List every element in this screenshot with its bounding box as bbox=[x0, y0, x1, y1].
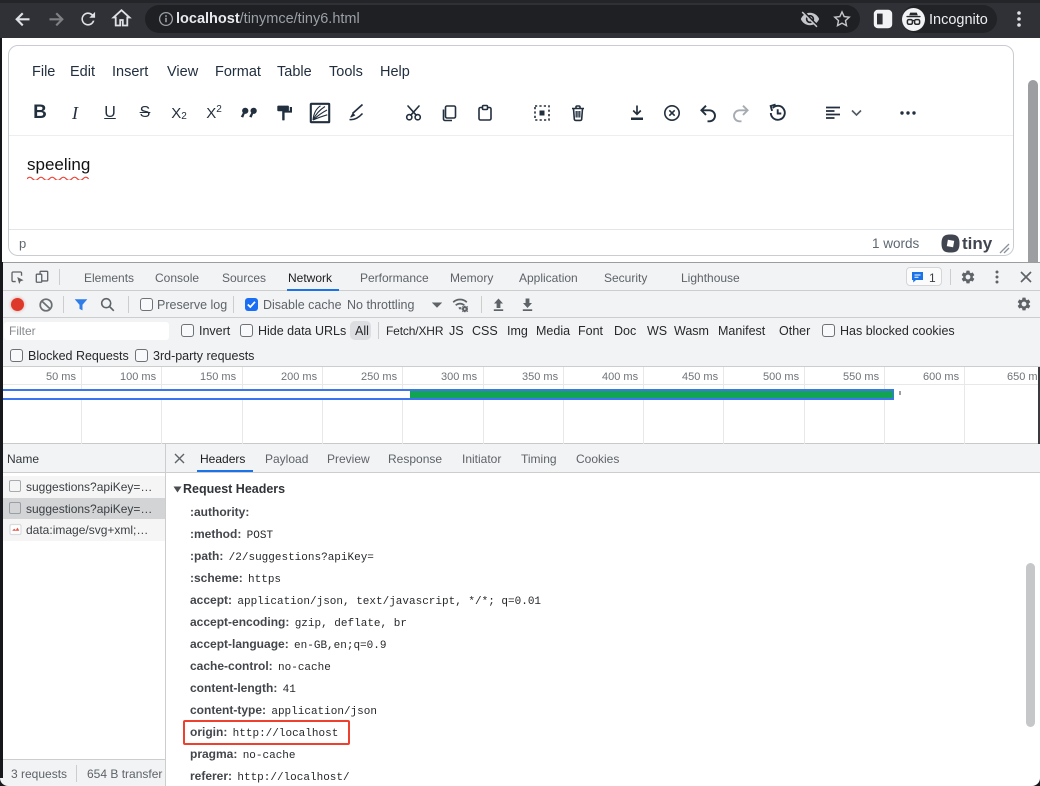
svg-text:tiny: tiny bbox=[962, 234, 993, 253]
